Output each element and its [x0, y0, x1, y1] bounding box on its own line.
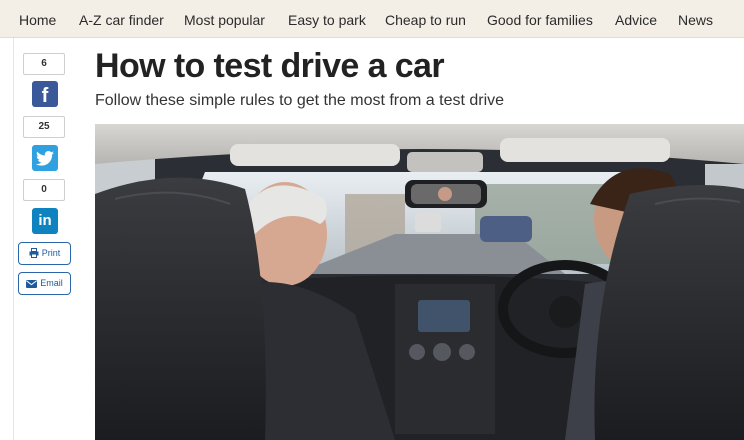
linkedin-icon: in — [38, 212, 52, 229]
nav-item-good-for-families[interactable]: Good for families — [487, 0, 593, 38]
nav-item-news[interactable]: News — [678, 0, 713, 38]
nav-item-home[interactable]: Home — [19, 0, 56, 38]
page-title: How to test drive a car — [95, 47, 445, 85]
page-subtitle: Follow these simple rules to get the mos… — [95, 92, 505, 109]
hero-image — [95, 124, 744, 440]
twitter-share-count: 25 — [23, 116, 65, 138]
twitter-share-button[interactable] — [32, 145, 58, 171]
linkedin-share-button[interactable]: in — [32, 208, 58, 234]
sidebar-divider — [13, 38, 14, 440]
linkedin-share-count: 0 — [23, 179, 65, 201]
envelope-icon — [26, 280, 38, 288]
facebook-share-count: 6 — [23, 53, 65, 75]
nav-item-most-popular[interactable]: Most popular — [184, 0, 265, 38]
nav-item-easy-to-park[interactable]: Easy to park — [288, 0, 366, 38]
email-button-label: Email — [40, 278, 63, 288]
print-button[interactable]: Print — [18, 242, 71, 265]
email-button[interactable]: Email — [18, 272, 71, 295]
facebook-share-button[interactable]: f — [32, 81, 58, 107]
printer-icon — [29, 248, 39, 258]
print-button-label: Print — [41, 248, 61, 258]
nav-item-advice[interactable]: Advice — [615, 0, 657, 38]
top-nav: Home A-Z car finder Most popular Easy to… — [0, 0, 744, 38]
facebook-icon: f — [41, 85, 49, 107]
nav-item-az-car-finder[interactable]: A-Z car finder — [79, 0, 164, 38]
nav-item-cheap-to-run[interactable]: Cheap to run — [385, 0, 466, 38]
twitter-icon — [36, 151, 54, 166]
car-interior-illustration — [95, 124, 744, 440]
